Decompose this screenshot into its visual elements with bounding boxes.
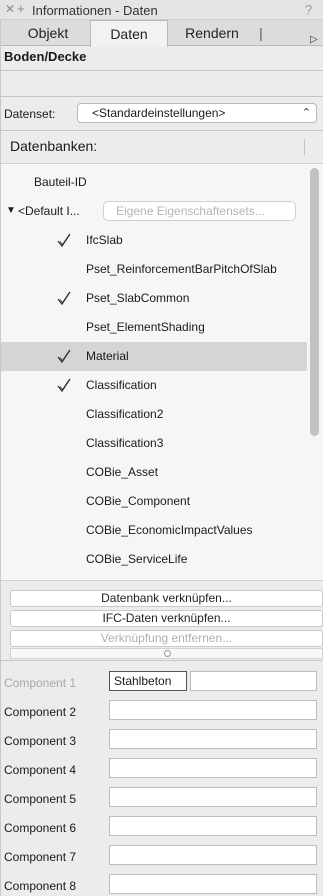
object-type-label: Boden/Decke <box>4 49 87 64</box>
datenset-select[interactable]: <Standardeinstellungen> ⌃ <box>77 103 317 123</box>
list-item[interactable]: ▼ <Default I... Eigene Eigenschaftensets… <box>0 197 307 226</box>
tab-bar: Objekt Daten Rendern | ▷ <box>0 20 323 47</box>
tab-overflow-icon[interactable]: ▷ <box>310 34 320 45</box>
link-ifc-data-button[interactable]: IFC-Daten verknüpfen... <box>10 610 323 627</box>
list-item-label: Pset_ReinforcementBarPitchOfSlab <box>86 262 277 276</box>
databases-header: Datenbanken: <box>0 135 323 159</box>
component-field[interactable] <box>109 845 317 865</box>
component-label: Component 7 <box>4 850 77 864</box>
list-item-selected[interactable]: Material <box>0 342 307 371</box>
list-item[interactable]: COBie_ServiceLife <box>0 545 307 574</box>
checkmark-icon[interactable] <box>56 377 72 393</box>
list-item[interactable]: Pset_ReinforcementBarPitchOfSlab <box>0 255 307 284</box>
component-label: Component 4 <box>4 763 77 777</box>
list-item[interactable]: COBie_Component <box>0 487 307 516</box>
panel-splitter[interactable] <box>10 648 323 659</box>
list-item-label: Classification2 <box>86 407 164 421</box>
list-item-label: Classification3 <box>86 436 164 450</box>
help-icon[interactable]: ? <box>305 2 317 18</box>
datenset-value: <Standardeinstellungen> <box>92 106 226 120</box>
divider <box>0 96 323 97</box>
component-field[interactable]: Stahlbeton <box>109 671 187 691</box>
list-item[interactable]: COBie_Asset <box>0 458 307 487</box>
databases-header-label: Datenbanken: <box>10 138 98 154</box>
splitter-handle-icon[interactable] <box>164 650 171 657</box>
list-item-label: Bauteil-ID <box>34 175 87 189</box>
list-item[interactable]: IfcSlab <box>0 226 307 255</box>
list-item-label: Pset_SlabCommon <box>86 291 190 305</box>
divider <box>0 130 323 131</box>
list-item[interactable]: Bauteil-ID <box>0 168 307 197</box>
component-field[interactable] <box>109 700 317 720</box>
list-item-label: Pset_ElementShading <box>86 320 205 334</box>
component-label: Component 6 <box>4 821 77 835</box>
list-item-label: COBie_ServiceLife <box>86 552 188 566</box>
database-list[interactable]: Bauteil-ID ▼ <Default I... Eigene Eigens… <box>0 163 323 581</box>
divider <box>0 70 323 71</box>
component-label: Component 5 <box>4 792 77 806</box>
scrollbar-thumb[interactable] <box>310 168 319 436</box>
component-field[interactable] <box>109 787 317 807</box>
component-field[interactable] <box>109 729 317 749</box>
checkmark-icon[interactable] <box>56 348 72 364</box>
link-database-button[interactable]: Datenbank verknüpfen... <box>10 590 323 607</box>
component-field[interactable] <box>109 758 317 778</box>
tab-daten[interactable]: Daten <box>90 20 168 47</box>
info-palette: ✕ + Informationen - Daten ? Objekt Daten… <box>0 0 323 896</box>
list-item-label: <Default I... <box>18 204 80 218</box>
component-field-extension[interactable] <box>190 671 317 691</box>
disclosure-triangle-icon[interactable]: ▼ <box>6 205 16 216</box>
tab-rendern[interactable]: Rendern <box>170 20 254 46</box>
tab-objekt[interactable]: Objekt <box>12 20 84 46</box>
left-edge <box>0 20 1 896</box>
list-item-label: Material <box>86 349 129 363</box>
list-item[interactable]: Pset_SlabCommon <box>0 284 307 313</box>
remove-link-button[interactable]: Verknüpfung entfernen... <box>10 630 323 647</box>
close-icon[interactable]: ✕ <box>5 3 16 15</box>
datenset-label: Datenset: <box>4 107 56 121</box>
component-label: Component 3 <box>4 734 77 748</box>
updown-chevron-icon: ⌃ <box>301 107 311 119</box>
tab-separator: | <box>259 25 263 41</box>
window-title: Informationen - Daten <box>32 3 158 18</box>
property-set-filter-input[interactable]: Eigene Eigenschaftensets... <box>103 201 296 221</box>
component-label: Component 2 <box>4 705 77 719</box>
list-item-label: Classification <box>86 378 157 392</box>
list-item[interactable]: Classification2 <box>0 400 307 429</box>
component-field[interactable] <box>109 816 317 836</box>
list-item[interactable]: Pset_ElementShading <box>0 313 307 342</box>
checkmark-icon[interactable] <box>56 232 72 248</box>
component-field[interactable] <box>109 874 317 894</box>
title-bar: ✕ + Informationen - Daten ? <box>0 0 323 20</box>
list-item[interactable]: Classification <box>0 371 307 400</box>
column-divider <box>304 139 305 155</box>
checkmark-icon[interactable] <box>56 290 72 306</box>
plus-icon[interactable]: + <box>17 2 28 16</box>
list-item-label: COBie_EconomicImpactValues <box>86 523 253 537</box>
component-label: Component 1 <box>4 676 77 690</box>
list-item[interactable]: COBie_EconomicImpactValues <box>0 516 307 545</box>
list-item-label: IfcSlab <box>86 233 123 247</box>
component-label: Component 8 <box>4 879 77 893</box>
list-item-label: COBie_Component <box>86 494 191 508</box>
list-item-label: COBie_Asset <box>86 465 159 479</box>
list-item[interactable]: Classification3 <box>0 429 307 458</box>
